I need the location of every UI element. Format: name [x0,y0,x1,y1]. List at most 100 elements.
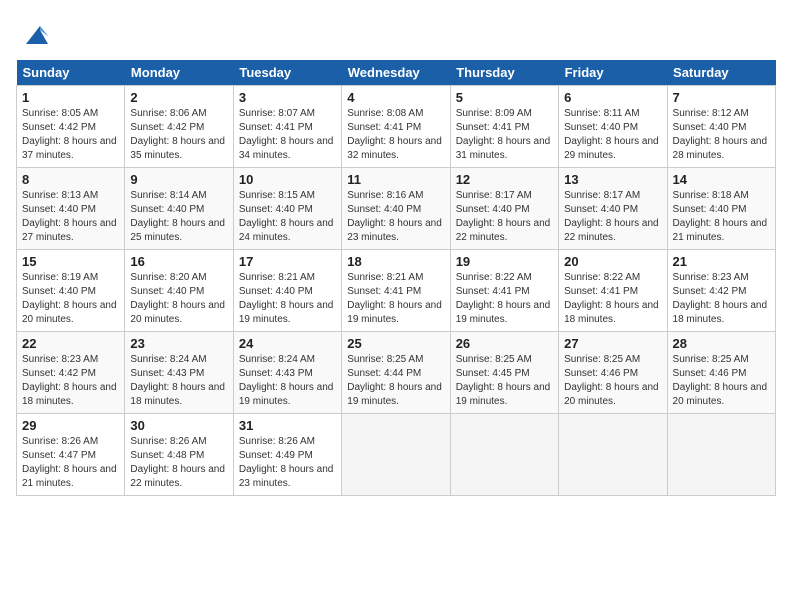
day-info: Sunrise: 8:17 AM Sunset: 4:40 PM Dayligh… [456,189,553,245]
daylight-label: Daylight: 8 hours and 23 minutes. [347,218,442,243]
calendar-cell: 17 Sunrise: 8:21 AM Sunset: 4:40 PM Dayl… [233,250,341,332]
daylight-label: Daylight: 8 hours and 21 minutes. [22,464,117,489]
calendar-week-row: 8 Sunrise: 8:13 AM Sunset: 4:40 PM Dayli… [17,168,776,250]
sunset-label: Sunset: 4:40 PM [564,122,638,133]
sunset-label: Sunset: 4:41 PM [239,122,313,133]
daylight-label: Daylight: 8 hours and 18 minutes. [564,300,659,325]
day-number: 15 [22,254,119,269]
calendar-cell: 1 Sunrise: 8:05 AM Sunset: 4:42 PM Dayli… [17,86,125,168]
sunset-label: Sunset: 4:40 PM [130,204,204,215]
calendar-cell: 7 Sunrise: 8:12 AM Sunset: 4:40 PM Dayli… [667,86,775,168]
sunrise-label: Sunrise: 8:06 AM [130,108,206,119]
calendar-cell: 25 Sunrise: 8:25 AM Sunset: 4:44 PM Dayl… [342,332,450,414]
calendar-cell: 13 Sunrise: 8:17 AM Sunset: 4:40 PM Dayl… [559,168,667,250]
day-info: Sunrise: 8:25 AM Sunset: 4:45 PM Dayligh… [456,353,553,409]
sunrise-label: Sunrise: 8:18 AM [673,190,749,201]
daylight-label: Daylight: 8 hours and 24 minutes. [239,218,334,243]
sunset-label: Sunset: 4:42 PM [22,368,96,379]
day-info: Sunrise: 8:21 AM Sunset: 4:40 PM Dayligh… [239,271,336,327]
calendar-cell: 10 Sunrise: 8:15 AM Sunset: 4:40 PM Dayl… [233,168,341,250]
sunset-label: Sunset: 4:40 PM [673,204,747,215]
day-info: Sunrise: 8:19 AM Sunset: 4:40 PM Dayligh… [22,271,119,327]
main-container: SundayMondayTuesdayWednesdayThursdayFrid… [0,0,792,504]
daylight-label: Daylight: 8 hours and 22 minutes. [130,464,225,489]
weekday-header-saturday: Saturday [667,60,775,86]
calendar-week-row: 22 Sunrise: 8:23 AM Sunset: 4:42 PM Dayl… [17,332,776,414]
calendar-cell: 3 Sunrise: 8:07 AM Sunset: 4:41 PM Dayli… [233,86,341,168]
sunrise-label: Sunrise: 8:19 AM [22,272,98,283]
day-info: Sunrise: 8:16 AM Sunset: 4:40 PM Dayligh… [347,189,444,245]
sunset-label: Sunset: 4:41 PM [347,286,421,297]
sunrise-label: Sunrise: 8:24 AM [239,354,315,365]
day-info: Sunrise: 8:08 AM Sunset: 4:41 PM Dayligh… [347,107,444,163]
day-number: 1 [22,90,119,105]
weekday-header-monday: Monday [125,60,233,86]
calendar-week-row: 15 Sunrise: 8:19 AM Sunset: 4:40 PM Dayl… [17,250,776,332]
sunrise-label: Sunrise: 8:25 AM [673,354,749,365]
day-number: 13 [564,172,661,187]
sunrise-label: Sunrise: 8:14 AM [130,190,206,201]
calendar-cell: 27 Sunrise: 8:25 AM Sunset: 4:46 PM Dayl… [559,332,667,414]
calendar-cell: 11 Sunrise: 8:16 AM Sunset: 4:40 PM Dayl… [342,168,450,250]
sunset-label: Sunset: 4:42 PM [22,122,96,133]
sunrise-label: Sunrise: 8:09 AM [456,108,532,119]
day-info: Sunrise: 8:26 AM Sunset: 4:47 PM Dayligh… [22,435,119,491]
sunset-label: Sunset: 4:43 PM [239,368,313,379]
day-number: 27 [564,336,661,351]
sunrise-label: Sunrise: 8:25 AM [564,354,640,365]
day-number: 26 [456,336,553,351]
day-number: 4 [347,90,444,105]
day-info: Sunrise: 8:18 AM Sunset: 4:40 PM Dayligh… [673,189,770,245]
calendar-cell [667,414,775,496]
day-info: Sunrise: 8:26 AM Sunset: 4:49 PM Dayligh… [239,435,336,491]
sunrise-label: Sunrise: 8:26 AM [130,436,206,447]
sunset-label: Sunset: 4:47 PM [22,450,96,461]
sunset-label: Sunset: 4:41 PM [347,122,421,133]
daylight-label: Daylight: 8 hours and 18 minutes. [673,300,768,325]
calendar-cell: 12 Sunrise: 8:17 AM Sunset: 4:40 PM Dayl… [450,168,558,250]
sunrise-label: Sunrise: 8:26 AM [239,436,315,447]
sunset-label: Sunset: 4:44 PM [347,368,421,379]
daylight-label: Daylight: 8 hours and 18 minutes. [130,382,225,407]
day-info: Sunrise: 8:11 AM Sunset: 4:40 PM Dayligh… [564,107,661,163]
daylight-label: Daylight: 8 hours and 20 minutes. [673,382,768,407]
daylight-label: Daylight: 8 hours and 31 minutes. [456,136,551,161]
daylight-label: Daylight: 8 hours and 34 minutes. [239,136,334,161]
logo [16,16,50,48]
header-row: SundayMondayTuesdayWednesdayThursdayFrid… [17,60,776,86]
day-info: Sunrise: 8:25 AM Sunset: 4:46 PM Dayligh… [564,353,661,409]
daylight-label: Daylight: 8 hours and 19 minutes. [456,300,551,325]
sunset-label: Sunset: 4:48 PM [130,450,204,461]
calendar-cell: 9 Sunrise: 8:14 AM Sunset: 4:40 PM Dayli… [125,168,233,250]
daylight-label: Daylight: 8 hours and 23 minutes. [239,464,334,489]
daylight-label: Daylight: 8 hours and 25 minutes. [130,218,225,243]
day-number: 18 [347,254,444,269]
calendar-cell: 29 Sunrise: 8:26 AM Sunset: 4:47 PM Dayl… [17,414,125,496]
sunset-label: Sunset: 4:40 PM [673,122,747,133]
calendar-cell: 8 Sunrise: 8:13 AM Sunset: 4:40 PM Dayli… [17,168,125,250]
calendar-cell: 2 Sunrise: 8:06 AM Sunset: 4:42 PM Dayli… [125,86,233,168]
calendar-cell: 31 Sunrise: 8:26 AM Sunset: 4:49 PM Dayl… [233,414,341,496]
sunrise-label: Sunrise: 8:25 AM [456,354,532,365]
sunset-label: Sunset: 4:40 PM [22,286,96,297]
daylight-label: Daylight: 8 hours and 28 minutes. [673,136,768,161]
sunrise-label: Sunrise: 8:25 AM [347,354,423,365]
daylight-label: Daylight: 8 hours and 35 minutes. [130,136,225,161]
calendar-cell: 30 Sunrise: 8:26 AM Sunset: 4:48 PM Dayl… [125,414,233,496]
day-number: 31 [239,418,336,433]
calendar-table: SundayMondayTuesdayWednesdayThursdayFrid… [16,60,776,496]
daylight-label: Daylight: 8 hours and 20 minutes. [22,300,117,325]
calendar-cell: 6 Sunrise: 8:11 AM Sunset: 4:40 PM Dayli… [559,86,667,168]
day-number: 6 [564,90,661,105]
sunset-label: Sunset: 4:41 PM [564,286,638,297]
daylight-label: Daylight: 8 hours and 20 minutes. [564,382,659,407]
sunset-label: Sunset: 4:42 PM [673,286,747,297]
day-number: 14 [673,172,770,187]
day-info: Sunrise: 8:25 AM Sunset: 4:46 PM Dayligh… [673,353,770,409]
calendar-week-row: 1 Sunrise: 8:05 AM Sunset: 4:42 PM Dayli… [17,86,776,168]
day-info: Sunrise: 8:24 AM Sunset: 4:43 PM Dayligh… [130,353,227,409]
calendar-cell: 23 Sunrise: 8:24 AM Sunset: 4:43 PM Dayl… [125,332,233,414]
calendar-cell: 15 Sunrise: 8:19 AM Sunset: 4:40 PM Dayl… [17,250,125,332]
sunset-label: Sunset: 4:49 PM [239,450,313,461]
day-number: 17 [239,254,336,269]
